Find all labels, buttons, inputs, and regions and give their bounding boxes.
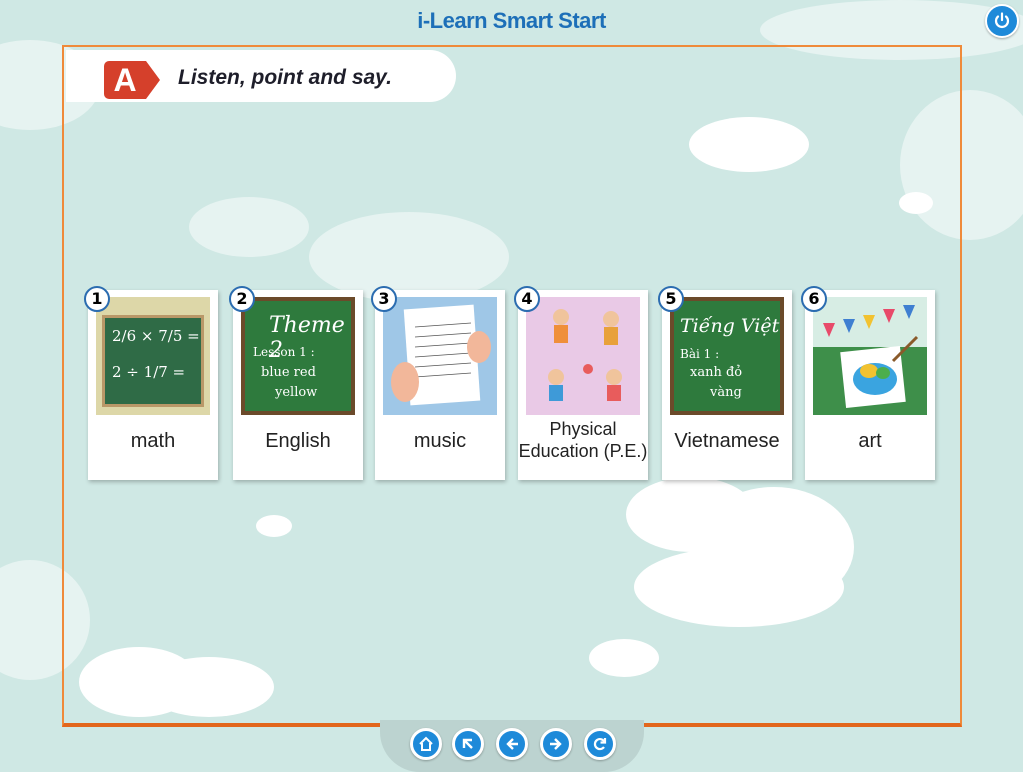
instruction-text: Listen, point and say. xyxy=(178,66,392,89)
app-title: i-Learn Smart Start xyxy=(417,8,606,33)
power-icon xyxy=(994,12,1010,28)
card-label: English xyxy=(265,430,331,452)
top-icon xyxy=(462,738,473,749)
card-label: Physical Education (P.E.) xyxy=(518,419,648,461)
section-badge: A xyxy=(104,61,160,99)
card-number: 4 xyxy=(514,286,540,312)
art-painting-image xyxy=(813,297,927,415)
next-button[interactable] xyxy=(540,728,572,760)
cloud xyxy=(256,515,292,537)
card-music[interactable]: 3 music xyxy=(371,286,505,480)
back-button[interactable] xyxy=(496,728,528,760)
card-number: 6 xyxy=(801,286,827,312)
cloud xyxy=(589,639,659,677)
card-art[interactable]: 6 art xyxy=(801,286,935,480)
math-chalkboard-image: 2/6 × 7/5 = 2 ÷ 1/7 = xyxy=(96,297,210,415)
cloud xyxy=(144,657,274,717)
top-button[interactable] xyxy=(452,728,484,760)
cloud xyxy=(189,197,309,257)
card-vietnamese[interactable]: Tiếng Việt Bài 1 : xanh đỏ vàng 5 Vietna… xyxy=(658,286,792,480)
cloud xyxy=(309,212,509,302)
cloud xyxy=(689,117,809,172)
refresh-icon xyxy=(593,737,607,751)
power-button[interactable] xyxy=(985,4,1019,38)
card-math[interactable]: 2/6 × 7/5 = 2 ÷ 1/7 = 1 math xyxy=(84,286,218,480)
card-label: math xyxy=(130,430,176,452)
card-number: 2 xyxy=(229,286,255,312)
card-english[interactable]: Theme 2 Lesson 1 : blue red yellow 2 Eng… xyxy=(229,286,363,480)
card-label: music xyxy=(413,430,467,452)
vietnamese-chalkboard-image: Tiếng Việt Bài 1 : xanh đỏ vàng xyxy=(670,297,784,415)
card-label: Vietnamese xyxy=(674,430,780,452)
cloud xyxy=(899,192,933,214)
card-number: 1 xyxy=(84,286,110,312)
card-label: art xyxy=(858,430,882,452)
back-icon xyxy=(506,738,518,750)
refresh-button[interactable] xyxy=(584,728,616,760)
card-number: 3 xyxy=(371,286,397,312)
card-pe[interactable]: 4 Physical Education (P.E.) xyxy=(514,286,648,480)
cloud xyxy=(634,547,844,627)
english-chalkboard-image: Theme 2 Lesson 1 : blue red yellow xyxy=(241,297,355,415)
next-icon xyxy=(550,738,562,750)
pe-children-image xyxy=(526,297,640,415)
bottom-navigation xyxy=(380,720,644,772)
music-sheet-image xyxy=(383,297,497,415)
home-button[interactable] xyxy=(410,728,442,760)
home-icon xyxy=(419,736,433,751)
card-number: 5 xyxy=(658,286,684,312)
instruction-bar: A Listen, point and say. xyxy=(66,50,456,102)
